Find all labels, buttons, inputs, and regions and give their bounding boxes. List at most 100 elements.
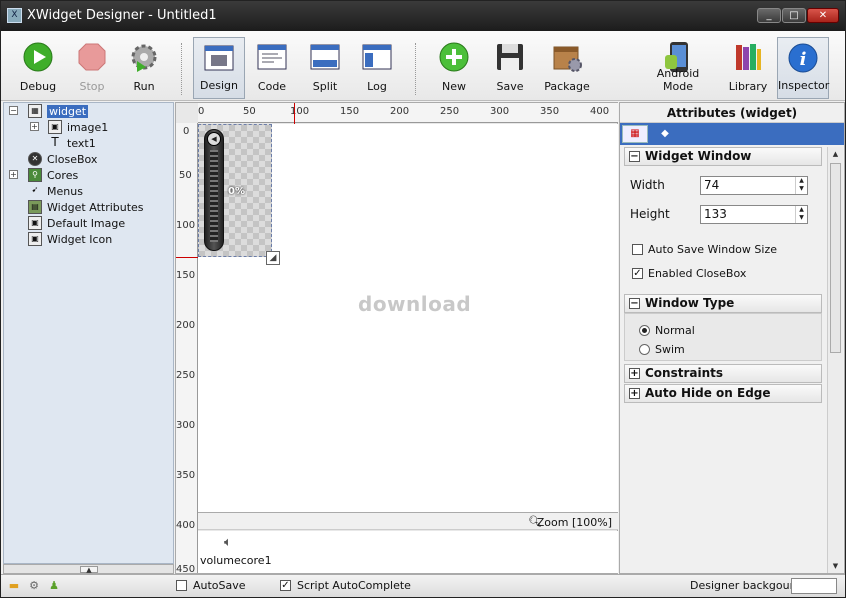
widget-preview[interactable]: ◀ 0% — [198, 124, 272, 257]
designer-background-label: Designer backgound — [690, 579, 804, 592]
object-tree-panel: − ▦ widget + ▣ image1 T text1 ✕ CloseBox… — [3, 102, 174, 564]
swim-radio[interactable] — [639, 344, 650, 355]
scroll-up-icon[interactable]: ▲ — [830, 148, 841, 160]
inspector-header: Attributes (widget) — [620, 103, 844, 123]
save-button[interactable]: Save — [485, 37, 535, 99]
tree-expander[interactable]: − — [9, 106, 18, 115]
tree-expander[interactable]: + — [30, 122, 39, 131]
ruler-tick: 0 — [183, 126, 190, 137]
spin-arrows-icon[interactable]: ▲ ▼ — [795, 177, 807, 194]
scroll-down-icon[interactable]: ▼ — [830, 560, 841, 572]
auto-save-window-size-checkbox[interactable] — [632, 244, 643, 255]
close-button[interactable]: ✕ — [807, 8, 839, 23]
close-circle-icon: ✕ — [28, 152, 42, 166]
stop-button[interactable]: Stop — [65, 37, 119, 99]
volume-slider[interactable]: ◀ — [204, 129, 224, 251]
folder-icon[interactable]: ▬ — [7, 579, 21, 593]
tree-item-default-image[interactable]: ▣ Default Image — [28, 215, 125, 231]
expand-icon[interactable]: + — [629, 388, 640, 399]
package-button[interactable]: Package — [539, 37, 595, 99]
gear-icon[interactable]: ⚙ — [27, 579, 41, 593]
new-button[interactable]: New — [429, 37, 479, 99]
tree-expander[interactable]: + — [9, 170, 18, 179]
android-mode-button[interactable]: Android Mode — [641, 37, 715, 99]
horizontal-ruler: 0 50 100 150 200 250 300 350 400 — [198, 103, 618, 125]
ruler-tick: 200 — [390, 106, 410, 117]
toolbar-separator — [181, 43, 182, 95]
cube-tab-icon[interactable]: ◆ — [652, 125, 678, 143]
tree-item-widget[interactable]: ▦ widget — [28, 103, 89, 119]
search-core-icon: ⚲ — [28, 168, 42, 182]
window-type-section[interactable]: − Window Type — [624, 294, 822, 313]
collapse-icon[interactable]: − — [629, 151, 640, 162]
volume-percent-label: 0% — [228, 186, 245, 197]
tree-item-menus[interactable]: ➹ Menus — [28, 183, 83, 199]
zoom-bar: 🔍︎ Zoom [100%] — [198, 512, 618, 530]
design-canvas-area: 0 50 100 150 200 250 300 350 400 0 50 10… — [175, 102, 618, 575]
autosave-label: AutoSave — [193, 579, 246, 592]
auto-hide-section[interactable]: + Auto Hide on Edge — [624, 384, 822, 403]
calendar-tab-icon[interactable]: ▦ — [622, 125, 648, 143]
debug-button[interactable]: Debug — [11, 37, 65, 99]
tree-item-closebox[interactable]: ✕ CloseBox — [28, 151, 97, 167]
normal-radio[interactable] — [639, 325, 650, 336]
scroll-thumb[interactable] — [830, 163, 841, 353]
collapse-icon[interactable]: − — [629, 298, 640, 309]
script-autocomplete-label: Script AutoComplete — [297, 579, 411, 592]
speaker-icon[interactable]: 🔈︎ — [224, 535, 232, 550]
speaker-knob-icon[interactable]: ◀ — [207, 132, 221, 146]
ruler-tick: 50 — [179, 170, 192, 181]
spin-arrows-icon[interactable]: ▲ ▼ — [795, 206, 807, 223]
run-button[interactable]: Run — [119, 37, 169, 99]
enabled-closebox-checkbox[interactable]: ✓ — [632, 268, 643, 279]
auto-save-window-size-label: Auto Save Window Size — [648, 243, 777, 256]
play-icon — [23, 42, 53, 72]
script-autocomplete-checkbox[interactable]: ✓ — [280, 580, 291, 591]
width-field[interactable]: 74 ▲ ▼ — [700, 176, 808, 195]
inspector-scrollbar[interactable]: ▲ ▼ — [827, 147, 843, 573]
android-icon[interactable]: ♟ — [47, 579, 61, 593]
collapse-up-icon[interactable]: ▲ — [80, 566, 98, 574]
inspector-panel: Attributes (widget) ▦ ◆ − Widget Window … — [619, 102, 845, 574]
tree-item-image1[interactable]: ▣ image1 — [48, 119, 108, 135]
log-tab-button[interactable]: Log — [351, 37, 403, 99]
ruler-tick: 50 — [243, 106, 256, 117]
resize-handle-icon[interactable]: ◢ — [266, 251, 280, 265]
zoom-label[interactable]: Zoom [100%] — [537, 516, 612, 529]
minimize-button[interactable]: _ — [757, 8, 781, 23]
design-tab-button[interactable]: Design — [193, 37, 245, 99]
maximize-button[interactable]: □ — [782, 8, 806, 23]
title-bar: X XWidget Designer - Untitled1 _ □ ✕ — [1, 1, 845, 31]
expand-icon[interactable]: + — [629, 368, 640, 379]
constraints-section[interactable]: + Constraints — [624, 364, 822, 383]
library-button[interactable]: Library — [723, 37, 773, 99]
swim-label: Swim — [655, 343, 685, 356]
ruler-tick: 0 — [198, 106, 205, 117]
designer-background-swatch[interactable] — [791, 578, 837, 594]
normal-label: Normal — [655, 324, 695, 337]
code-view-icon — [257, 44, 287, 70]
code-tab-button[interactable]: Code — [247, 37, 297, 99]
widget-window-section[interactable]: − Widget Window — [624, 147, 822, 166]
cores-panel: 🔈︎ volumecore1 — [198, 531, 618, 573]
tree-item-widget-attributes[interactable]: ▤ Widget Attributes — [28, 199, 144, 215]
core-name[interactable]: volumecore1 — [200, 554, 272, 567]
tree-item-widget-icon[interactable]: ▣ Widget Icon — [28, 231, 112, 247]
design-canvas[interactable]: ◀ 0% ◢ download — [198, 124, 618, 512]
svg-text:i: i — [800, 49, 807, 70]
split-tab-button[interactable]: Split — [299, 37, 351, 99]
autosave-checkbox[interactable] — [176, 580, 187, 591]
height-label: Height — [630, 207, 670, 221]
ruler-marker-vertical — [176, 257, 200, 258]
height-field[interactable]: 133 ▲ ▼ — [700, 205, 808, 224]
ruler-tick: 250 — [176, 370, 196, 381]
ruler-tick: 350 — [176, 470, 196, 481]
tree-item-cores[interactable]: ⚲ Cores — [28, 167, 78, 183]
window-type-body: Normal Swim — [624, 313, 822, 361]
inspector-button[interactable]: i Inspector — [777, 37, 829, 99]
package-icon — [553, 46, 582, 72]
tree-collapse-bar: ▲ — [3, 564, 174, 574]
main-toolbar: Debug Stop Run Design Code Split Log New… — [1, 31, 845, 101]
gear-icon — [131, 44, 157, 72]
tree-item-text1[interactable]: T text1 — [48, 135, 95, 151]
